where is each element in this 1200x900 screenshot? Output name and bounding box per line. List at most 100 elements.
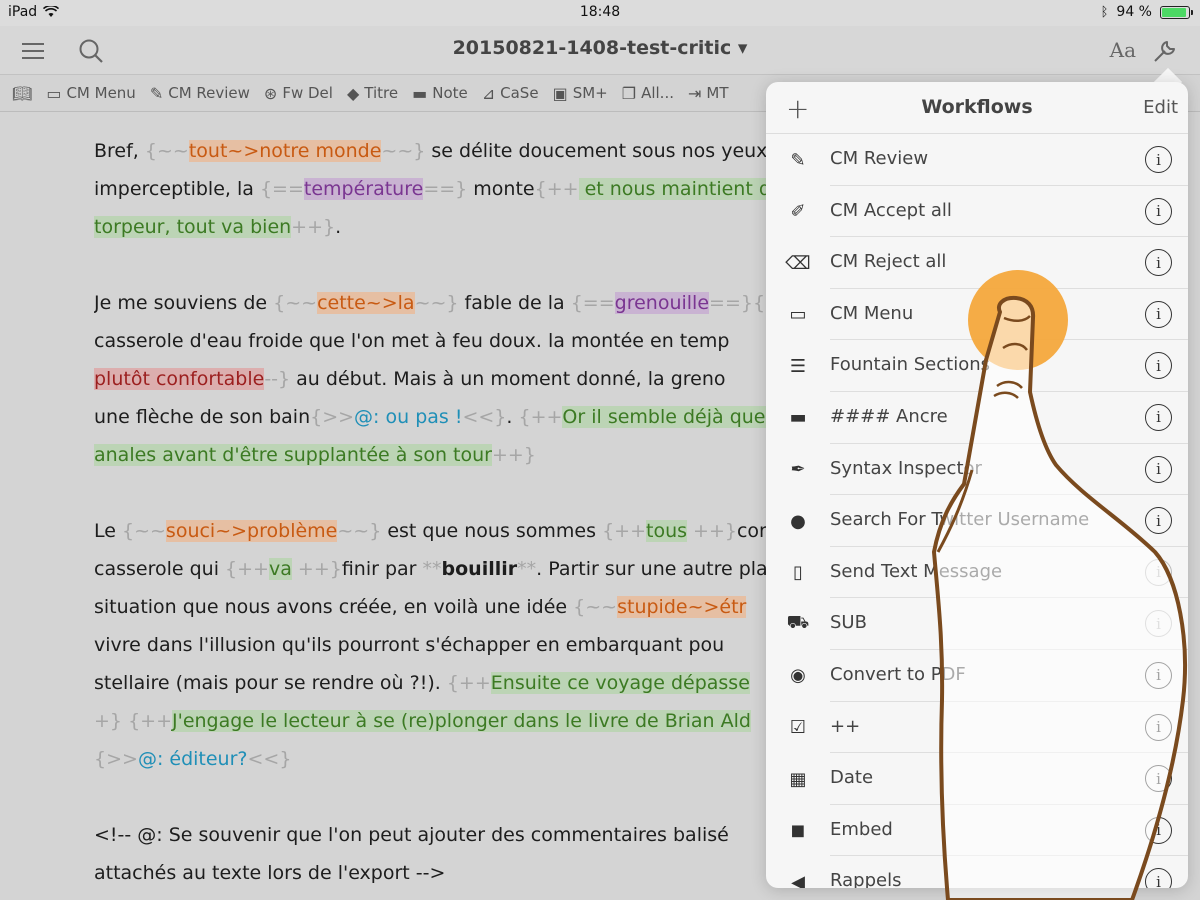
bluetooth-icon: ᛒ <box>1100 4 1109 20</box>
workflow-label: Search For Twitter Username <box>830 509 1090 531</box>
workflow-label: ++ <box>830 715 861 737</box>
paragraph-4: <!-- @: Se souvenir que l'on peut ajoute… <box>94 824 729 884</box>
pen-line-icon: ✐ <box>790 201 806 223</box>
info-icon[interactable]: i <box>1145 816 1172 844</box>
battery-icon <box>1160 5 1193 19</box>
workflow-item[interactable]: ◉ Convert to PDF i <box>766 650 1188 702</box>
comment-icon: ▭ <box>789 304 807 326</box>
toolbar-book[interactable]: 📖︎ <box>12 84 32 103</box>
brush-icon: ✒ <box>790 459 806 481</box>
workflow-label: Syntax Inspector <box>830 457 982 479</box>
battery-percent: 94 % <box>1116 4 1152 20</box>
book-icon: 📖︎ <box>12 83 33 103</box>
toolbar-mt[interactable]: ⇥ MT <box>688 84 729 103</box>
workflow-item[interactable]: ◼ Embed i <box>766 805 1188 857</box>
disk-icon: ▣ <box>552 83 568 103</box>
text-editor[interactable]: Bref, {~~tout~>notre monde~~} se délite … <box>94 132 774 900</box>
eraser-icon: ⌫ <box>785 252 811 274</box>
checkbox-icon: ☑ <box>789 717 807 739</box>
info-icon[interactable]: i <box>1145 197 1172 225</box>
clock: 18:48 <box>579 4 621 20</box>
calendar-icon: ▦ <box>789 768 807 790</box>
info-icon[interactable]: i <box>1145 765 1172 793</box>
addition-markup: torpeur, tout va bien <box>94 216 292 238</box>
workflow-label: Fountain Sections <box>830 354 991 376</box>
workflows-popover: + Workflows Edit ✎ CM Review i ✐ CM Accept a… <box>766 82 1188 888</box>
info-icon[interactable]: i <box>1145 558 1172 586</box>
toolbar-titre[interactable]: ◆ Titre <box>347 84 398 103</box>
workflow-label: CM Review <box>830 148 929 169</box>
pencil-icon: ✎ <box>790 149 806 171</box>
info-icon[interactable]: i <box>1145 146 1172 173</box>
workflow-item[interactable]: ▦ Date i <box>766 753 1188 805</box>
workflow-item[interactable]: ▯ Send Text Message i <box>766 547 1188 599</box>
workflow-label: Rappels <box>830 870 902 888</box>
workflow-item[interactable]: ▭ CM Menu i <box>766 289 1188 341</box>
info-icon[interactable]: i <box>1145 300 1172 328</box>
chart-icon: ⊿ <box>481 83 496 103</box>
toolbar-all[interactable]: ❐ All... <box>622 84 674 103</box>
toolbar-note[interactable]: ▬ Note <box>412 84 468 103</box>
highlight-markup: température <box>303 178 424 200</box>
workflow-label: Embed <box>830 818 893 840</box>
workflow-label: Send Text Message <box>830 560 1003 582</box>
forward-delete-icon: ⊛ <box>263 83 278 103</box>
workflow-label: #### Ancre <box>830 405 948 427</box>
info-icon[interactable]: i <box>1145 868 1172 888</box>
speech-bubble-icon: ▬ <box>412 83 428 103</box>
workflow-label: CM Accept all <box>830 199 952 221</box>
copy-icon: ❐ <box>621 83 637 103</box>
export-icon: ⇥ <box>687 83 702 103</box>
info-icon[interactable]: i <box>1145 507 1172 535</box>
workflow-item[interactable]: ◀ Rappels i <box>766 856 1188 888</box>
paragraph-3: Le {~~souci~>problème~~} est que nous so… <box>94 520 774 770</box>
comment-markup: @: ou pas ! <box>354 406 463 428</box>
info-icon[interactable]: i <box>1145 403 1172 431</box>
workflow-label: SUB <box>830 612 867 634</box>
toolbar-case[interactable]: ⊿ CaSe <box>482 84 539 103</box>
workflow-item[interactable]: ☑ ++ i <box>766 702 1188 754</box>
paragraph-1: Bref, {~~tout~>notre monde~~} se délite … <box>94 140 771 238</box>
pencil-icon: ✎ <box>149 83 164 103</box>
workflow-item[interactable]: ⌫ CM Reject all i <box>766 237 1188 289</box>
info-icon[interactable]: i <box>1145 352 1172 380</box>
megaphone-icon: ◀ <box>791 871 805 888</box>
workflow-item[interactable]: ✎ CM Review i <box>766 134 1188 186</box>
toolbar-cm-review[interactable]: ✎ CM Review <box>150 84 250 103</box>
workflow-list: ✎ CM Review i ✐ CM Accept all i ⌫ CM Reject all… <box>766 134 1188 888</box>
info-icon[interactable]: i <box>1145 249 1172 277</box>
workflow-label: CM Menu <box>830 302 914 324</box>
cube-icon: ◼ <box>790 820 806 842</box>
workflow-label: CM Reject all <box>830 251 947 273</box>
info-icon[interactable]: i <box>1145 610 1172 638</box>
toolbar-fw-del[interactable]: ⊛ Fw Del <box>264 84 333 103</box>
list-icon: ☰ <box>789 355 807 377</box>
workflow-label: Convert to PDF <box>830 663 966 685</box>
navigation-bar: 20150821-1408-test-critic ▾ Aa <box>0 26 1200 74</box>
status-bar: iPad 18:48 ᛒ 94 % <box>0 0 1200 26</box>
workflow-item[interactable]: ⛟ SUB i <box>766 598 1188 650</box>
substitution-markup: tout~>notre monde <box>188 140 382 162</box>
tag-icon: ◆ <box>346 83 360 103</box>
paragraph-2: Je me souviens de {~~cette~>la~~} fable … <box>94 284 774 474</box>
toolbar-sm-plus[interactable]: ▣ SM+ <box>553 84 608 103</box>
edit-workflows-button[interactable]: Edit <box>1143 97 1178 118</box>
document-title[interactable]: 20150821-1408-test-critic ▾ <box>0 37 1200 59</box>
info-icon[interactable]: i <box>1145 455 1172 483</box>
toolbar-cm-menu[interactable]: ▭ CM Menu <box>46 84 136 103</box>
info-icon[interactable]: i <box>1145 713 1172 741</box>
phone-icon: ▯ <box>793 562 803 584</box>
workflow-item[interactable]: ▬ #### Ancre i <box>766 392 1188 444</box>
workflow-item[interactable]: ✐ CM Accept all i <box>766 186 1188 238</box>
workflow-item[interactable]: ● Search For Twitter Username i <box>766 495 1188 547</box>
workflow-item[interactable]: ☰ Fountain Sections i <box>766 340 1188 392</box>
info-icon[interactable]: i <box>1145 661 1172 689</box>
popover-title: Workflows <box>921 96 1033 118</box>
font-settings-button[interactable]: Aa <box>1110 38 1136 62</box>
person-icon: ● <box>790 510 806 532</box>
dash-icon: ▬ <box>789 407 807 429</box>
wrench-icon[interactable] <box>1148 34 1182 68</box>
workflow-item[interactable]: ✒ Syntax Inspector i <box>766 444 1188 496</box>
deletion-markup: plutôt confortable <box>94 368 265 390</box>
document-eye-icon: ◉ <box>790 665 806 687</box>
